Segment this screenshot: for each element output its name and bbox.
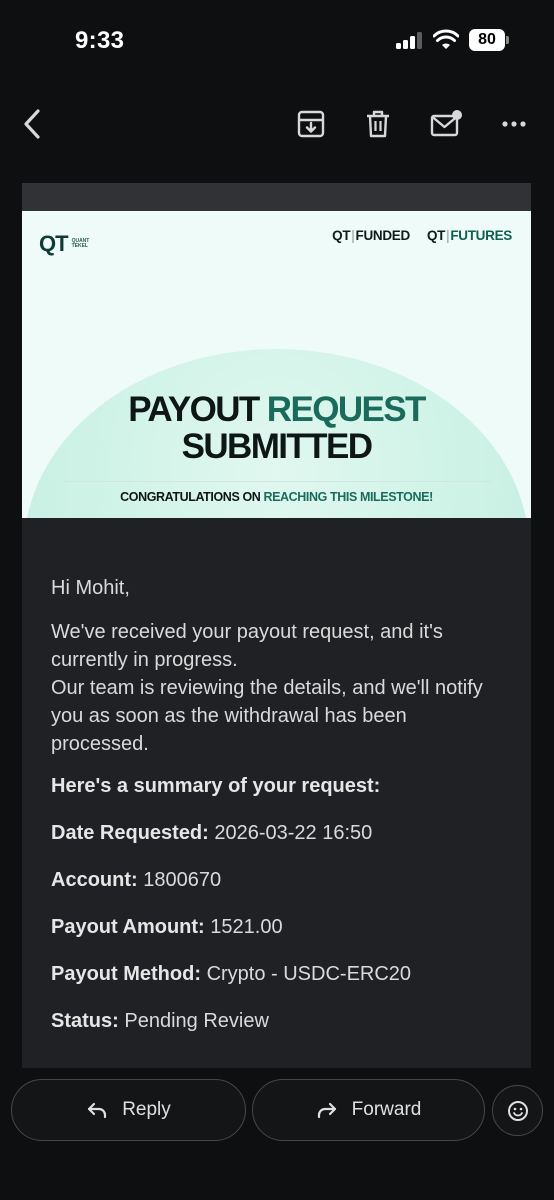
cellular-signal-icon: [396, 31, 424, 49]
status-bar: 9:33 80: [0, 0, 554, 84]
summary-row-date: Date Requested: 2026-03-22 16:50: [51, 822, 373, 844]
forward-button[interactable]: Forward: [252, 1079, 485, 1141]
email-body: Hi Mohit, We've received your payout req…: [22, 518, 531, 1035]
summary-row-method: Payout Method: Crypto - USDC-ERC20: [51, 963, 412, 985]
more-button[interactable]: [496, 106, 532, 142]
email-banner: QT QUANT TEKEL QT|FUNDED QT|FUTURES PAYOU…: [22, 211, 531, 518]
bottom-action-bar: Reply Forward: [0, 1068, 554, 1200]
email-message: QT QUANT TEKEL QT|FUNDED QT|FUTURES PAYOU…: [22, 183, 531, 1200]
brand-qt-funded[interactable]: QT|FUNDED: [332, 228, 410, 243]
battery-tip: [506, 36, 509, 44]
mark-unread-button[interactable]: [428, 106, 464, 142]
reply-button[interactable]: Reply: [11, 1079, 246, 1141]
email-header-strip: [22, 183, 531, 211]
summary-row-status: Status: Pending Review: [51, 1010, 269, 1032]
forward-icon: [317, 1102, 336, 1119]
brand-qt-futures[interactable]: QT|FUTURES: [427, 228, 512, 243]
wifi-icon: [433, 29, 459, 49]
forward-label: Forward: [351, 1099, 422, 1120]
banner-divider: [62, 481, 491, 482]
status-time: 9:33: [75, 27, 125, 54]
email-toolbar: [0, 84, 554, 164]
more-horizontal-icon: [502, 121, 526, 127]
brand-links: QT|FUNDED QT|FUTURES: [332, 228, 512, 243]
summary-title: Here's a summary of your request:: [51, 775, 381, 797]
mail-unread-icon: [430, 110, 462, 137]
email-paragraph-2: Our team is reviewing the details, and w…: [51, 677, 483, 755]
email-paragraph-1: We've received your payout request, and …: [51, 621, 443, 671]
emoji-reaction-button[interactable]: [492, 1085, 543, 1136]
banner-congrats: CONGRATULATIONS ON REACHING THIS MILESTO…: [120, 490, 433, 504]
summary-row-amount: Payout Amount: 1521.00: [51, 916, 283, 938]
delete-button[interactable]: [360, 106, 396, 142]
logo-mark: QT: [39, 231, 69, 256]
qt-logo: QT QUANT TEKEL: [39, 231, 89, 257]
trash-icon: [367, 110, 389, 138]
smiley-icon: [507, 1100, 528, 1121]
archive-icon: [297, 110, 325, 138]
reply-icon: [88, 1102, 107, 1119]
battery-indicator: 80: [469, 29, 505, 51]
reply-label: Reply: [122, 1099, 171, 1120]
chevron-left-icon: [24, 109, 40, 139]
banner-headline: PAYOUT REQUEST SUBMITTED: [128, 390, 426, 466]
archive-button[interactable]: [293, 106, 329, 142]
summary-row-account: Account: 1800670: [51, 869, 222, 891]
email-greeting: Hi Mohit,: [51, 577, 130, 599]
back-button[interactable]: [14, 106, 50, 142]
logo-subtext: QUANT TEKEL: [71, 238, 90, 249]
